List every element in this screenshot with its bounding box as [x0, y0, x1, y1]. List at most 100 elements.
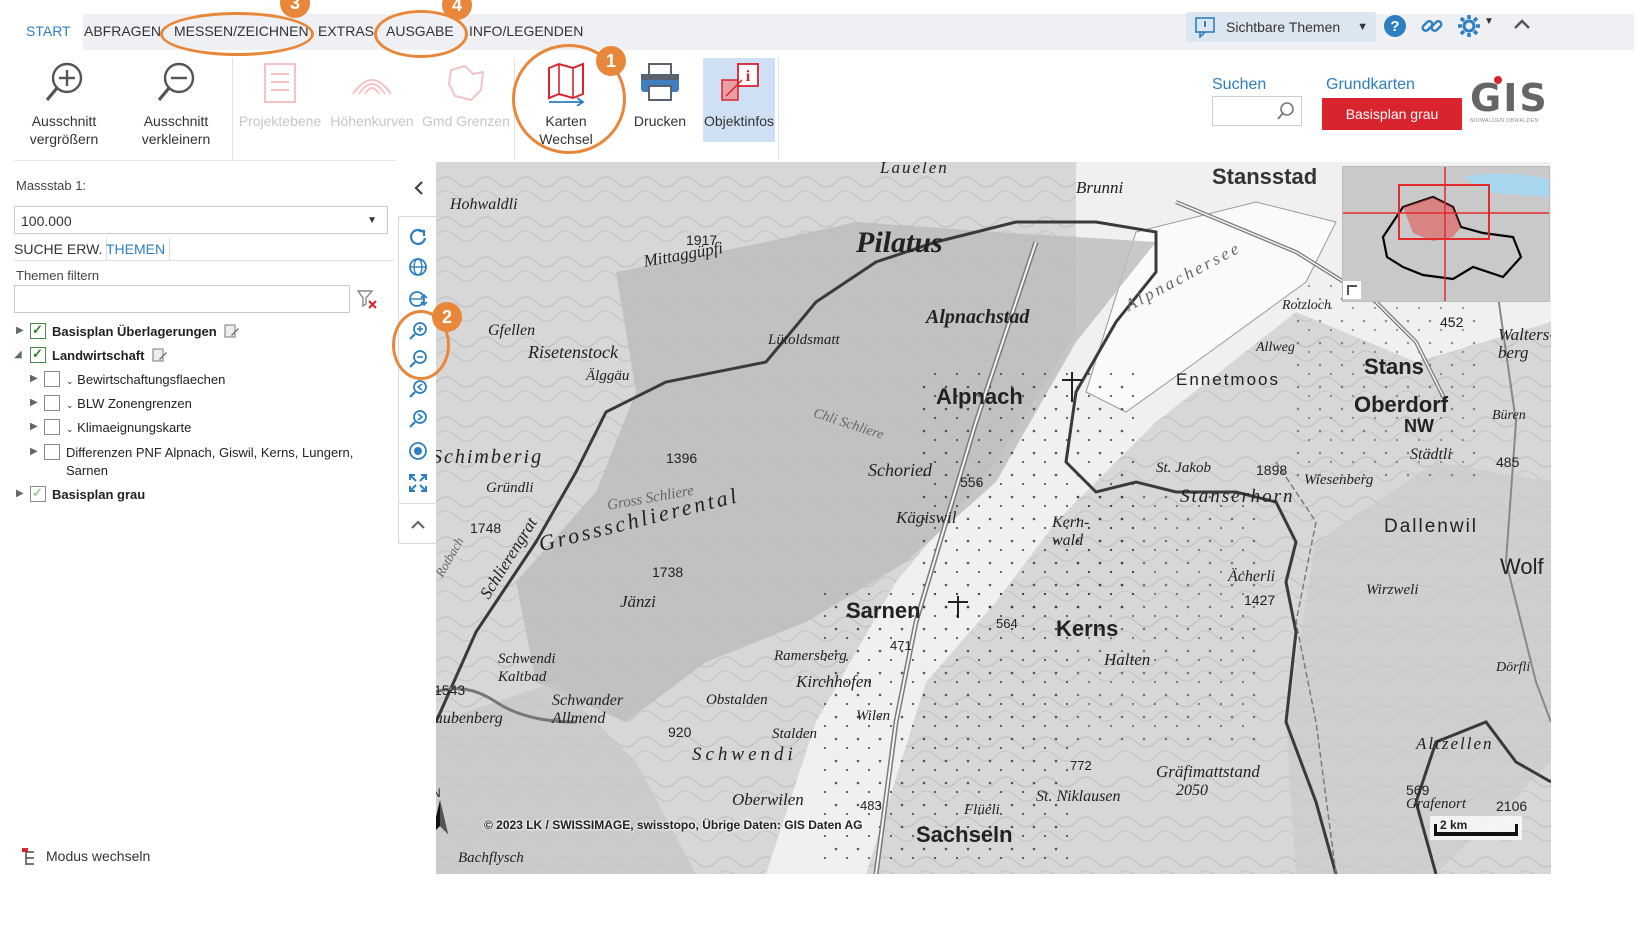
scale-select[interactable]: 100.000 ▼: [14, 206, 388, 234]
label-kaegiswil: Kägiswil: [896, 508, 957, 527]
label-obstalden: Obstalden: [706, 692, 768, 708]
project-level-button[interactable]: Projektebene: [232, 58, 328, 154]
help-icon[interactable]: ?: [1383, 14, 1407, 38]
tree-item-blw-zonengrenzen[interactable]: ⌄ BLW Zonengrenzen: [44, 394, 192, 414]
checkbox[interactable]: [44, 371, 60, 387]
zoom-previous-icon[interactable]: [408, 379, 428, 399]
chevron-down-icon: ⌄: [66, 376, 74, 386]
label-bueren: Büren: [1492, 408, 1526, 423]
basemaps-label: Grundkarten: [1326, 76, 1415, 93]
tab-themen[interactable]: THEMEN: [102, 238, 171, 260]
topics-icon: [1195, 17, 1215, 38]
link-icon[interactable]: [1420, 14, 1444, 38]
height-label: 1396: [666, 450, 698, 466]
contours-icon: [352, 79, 392, 95]
expand-caret-icon[interactable]: ▶: [30, 446, 38, 457]
label-oberwilen: Oberwilen: [732, 790, 804, 809]
height-label: 2106: [1496, 798, 1528, 814]
expand-caret-icon[interactable]: ▶: [16, 488, 24, 499]
print-button[interactable]: Drucken: [612, 58, 708, 154]
zoom-next-icon[interactable]: [408, 409, 428, 429]
overview-map[interactable]: [1342, 166, 1550, 302]
collapse-panel-icon[interactable]: [412, 180, 426, 196]
globe-navigate-icon[interactable]: [408, 289, 428, 309]
chevron-up-icon[interactable]: [408, 515, 428, 535]
tab-suche-erweitert[interactable]: SUCHE ERW.: [14, 238, 108, 260]
mode-switch-button[interactable]: Modus wechseln: [46, 848, 150, 864]
tree-item-landwirtschaft[interactable]: Landwirtschaft: [30, 344, 168, 366]
edit-layer-icon[interactable]: [152, 347, 168, 363]
collapse-ribbon-icon[interactable]: [1512, 16, 1532, 32]
logo-dot: [1494, 76, 1502, 84]
label-hohwaldli: Hohwaldli: [450, 196, 518, 213]
label-stalden: Stalden: [772, 726, 817, 742]
label-wirzweli: Wirzweli: [1366, 582, 1419, 598]
label-schwendi: Schwendi: [692, 744, 797, 765]
label-flueli: Flüeli: [964, 802, 1000, 818]
annotation-circle-3: [160, 12, 314, 56]
svg-text:i: i: [746, 68, 751, 85]
label-wilen: Wilen: [856, 708, 891, 724]
search-input[interactable]: [1212, 96, 1302, 126]
checkbox[interactable]: [30, 344, 46, 364]
settings-chevron-icon[interactable]: ▼: [1484, 16, 1494, 27]
height-label: 1738: [652, 564, 684, 580]
expand-caret-icon[interactable]: ▶: [30, 397, 38, 408]
scale-bar-tick: [1515, 824, 1518, 836]
tree-label: Basisplan Überlagerungen: [52, 324, 217, 339]
zoom-in-icon: [45, 62, 83, 102]
expand-caret-icon[interactable]: ▶: [16, 325, 24, 336]
tree-item-basisplan-overlays[interactable]: Basisplan Überlagerungen: [30, 320, 240, 342]
visible-topics-dropdown[interactable]: Sichtbare Themen ▼: [1186, 12, 1376, 42]
checkbox[interactable]: [44, 419, 60, 435]
scale-bar: 2 km: [1430, 816, 1522, 840]
basemap-basisplan-grau-button[interactable]: Basisplan grau: [1322, 98, 1462, 130]
label-schimberig: Schimberig: [436, 446, 544, 468]
filter-label: Themen filtern: [16, 268, 100, 283]
expand-caret-icon[interactable]: ▶: [30, 373, 38, 384]
label-brunni: Brunni: [1076, 178, 1124, 197]
north-arrow: N: [436, 786, 452, 836]
refresh-icon[interactable]: [408, 227, 428, 247]
municipal-boundaries-button[interactable]: Gmd Grenzen: [418, 58, 514, 154]
label-staedtli: Städtli: [1410, 446, 1452, 463]
project-level-icon: [264, 63, 296, 103]
tree-item-differenzen-pnf[interactable]: Differenzen PNF Alpnach, Giswil, Kerns, …: [44, 443, 353, 463]
height-label: 485: [1496, 454, 1520, 470]
checkbox[interactable]: [30, 483, 46, 503]
globe-icon[interactable]: [408, 257, 428, 277]
zoom-in-button[interactable]: Ausschnitt vergrößern: [16, 58, 112, 154]
object-info-button[interactable]: i Objektinfos: [703, 58, 775, 142]
label-wolf: Wolf: [1500, 554, 1544, 579]
clear-filter-icon[interactable]: [356, 288, 378, 310]
scale-label: Massstab 1:: [16, 178, 87, 193]
checkbox[interactable]: [44, 395, 60, 411]
settings-gear-icon[interactable]: [1456, 13, 1482, 39]
zoom-out-button[interactable]: Ausschnitt verkleinern: [128, 58, 224, 154]
mode-switch-icon[interactable]: [20, 846, 42, 868]
tree-label: Landwirtschaft: [52, 348, 145, 363]
edit-layer-icon[interactable]: [224, 323, 240, 339]
checkbox[interactable]: [44, 444, 60, 460]
tree-item-klimaeignungskarte[interactable]: ⌄ Klimaeignungskarte: [44, 418, 191, 438]
label-schwander-allmend: Schwander Allmend: [552, 692, 624, 727]
map-view[interactable]: Pilatus Alpnachstad Alpnach Sarnen Kerns…: [436, 162, 1551, 874]
tab-abfragen[interactable]: ABFRAGEN: [72, 14, 173, 50]
full-extent-icon[interactable]: [408, 473, 428, 493]
expand-caret-icon[interactable]: ▶: [30, 421, 38, 432]
scale-bar-tick: [1434, 824, 1437, 836]
chevron-down-icon: ⌄: [66, 400, 74, 410]
tree-item-basisplan-grau[interactable]: Basisplan grau: [30, 483, 145, 505]
tree-label: Differenzen PNF Alpnach, Giswil, Kerns, …: [66, 445, 354, 460]
locate-icon[interactable]: [408, 441, 428, 461]
tree-label: Klimaeignungskarte: [77, 420, 192, 435]
tree-item-bewirtschaftungsflaechen[interactable]: ⌄ Bewirtschaftungsflaechen: [44, 370, 225, 390]
label-oberdorf: Oberdorf: [1354, 392, 1449, 417]
checkbox[interactable]: [30, 320, 46, 340]
height-label: 1543: [436, 682, 466, 698]
topic-filter-input[interactable]: [14, 285, 350, 313]
search-icon[interactable]: [1275, 101, 1295, 121]
contours-button[interactable]: Höhenkurven: [324, 58, 420, 154]
collapse-caret-icon[interactable]: ◢: [14, 349, 22, 360]
height-label: 1898: [1256, 462, 1288, 478]
